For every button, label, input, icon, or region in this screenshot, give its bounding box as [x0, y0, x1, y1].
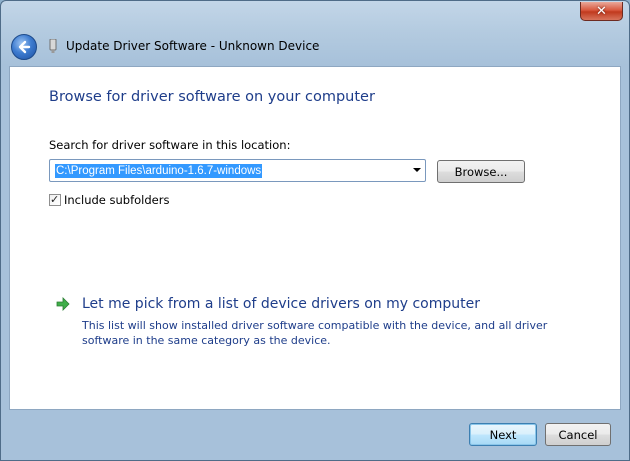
driver-path-value[interactable]: C:\Program Files\arduino-1.6.7-windows — [55, 164, 263, 178]
pick-driver-description: This list will show installed driver sof… — [82, 319, 548, 347]
page-heading: Browse for driver software on your compu… — [49, 89, 375, 105]
window-title: Update Driver Software - Unknown Device — [66, 39, 320, 53]
close-icon: ✕ — [596, 3, 607, 19]
next-button[interactable]: Next — [469, 423, 537, 446]
device-icon — [49, 39, 57, 53]
driver-path-combobox[interactable]: C:\Program Files\arduino-1.6.7-windows — [49, 159, 426, 182]
pick-driver-link[interactable]: Let me pick from a list of device driver… — [82, 296, 480, 312]
close-button[interactable]: ✕ — [580, 2, 623, 21]
cancel-button[interactable]: Cancel — [545, 423, 611, 446]
green-arrow-icon[interactable] — [55, 296, 71, 312]
browse-button[interactable]: Browse... — [437, 160, 525, 183]
back-button[interactable] — [11, 34, 37, 60]
back-arrow-icon — [18, 40, 31, 54]
include-subfolders-checkbox[interactable]: ✓ — [49, 193, 61, 206]
search-location-label: Search for driver software in this locat… — [49, 138, 291, 152]
include-subfolders-label[interactable]: Include subfolders — [64, 193, 169, 207]
update-driver-window: ✕ Update Driver Software - Unknown Devic… — [0, 0, 630, 461]
include-subfolders-row[interactable]: ✓ Include subfolders — [49, 193, 169, 207]
wizard-content: Browse for driver software on your compu… — [9, 66, 621, 410]
chevron-down-icon[interactable] — [413, 168, 421, 172]
checkmark-icon: ✓ — [50, 193, 60, 206]
